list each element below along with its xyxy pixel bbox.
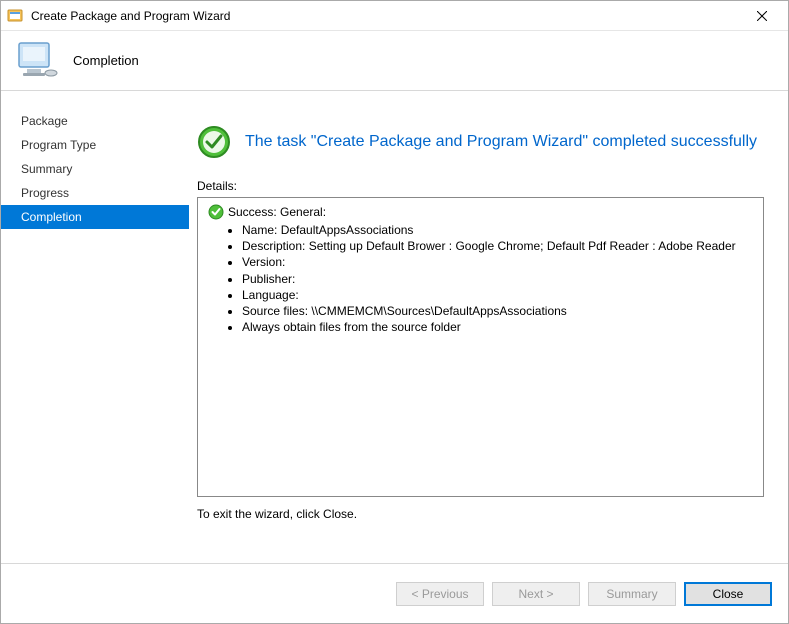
wizard-sidebar: Package Program Type Summary Progress Co…	[1, 91, 189, 563]
sidebar-item-summary[interactable]: Summary	[1, 157, 189, 181]
details-header: Success: General:	[208, 204, 753, 220]
list-item: DescriptionSetting up Default Brower : G…	[242, 238, 753, 254]
wizard-footer: < Previous Next > Summary Close	[1, 563, 788, 623]
sidebar-item-package[interactable]: Package	[1, 109, 189, 133]
summary-button: Summary	[588, 582, 676, 606]
exit-instruction: To exit the wizard, click Close.	[197, 507, 764, 521]
window-title: Create Package and Program Wizard	[31, 9, 742, 23]
list-item: Always obtain files from the source fold…	[242, 319, 753, 335]
previous-button: < Previous	[396, 582, 484, 606]
list-item: Publisher	[242, 271, 753, 287]
content-area: Package Program Type Summary Progress Co…	[1, 91, 788, 563]
success-banner: The task "Create Package and Program Wiz…	[197, 125, 764, 159]
list-item: Language	[242, 287, 753, 303]
sidebar-item-program-type[interactable]: Program Type	[1, 133, 189, 157]
details-header-text: Success: General:	[228, 205, 326, 219]
success-check-icon	[197, 125, 231, 159]
details-list: NameDefaultAppsAssociations DescriptionS…	[242, 222, 753, 335]
app-icon	[7, 8, 23, 24]
sidebar-item-progress[interactable]: Progress	[1, 181, 189, 205]
computer-icon	[13, 37, 61, 85]
list-item: Version	[242, 254, 753, 270]
success-check-small-icon	[208, 204, 224, 220]
details-label: Details:	[197, 179, 764, 193]
main-panel: The task "Create Package and Program Wiz…	[189, 91, 788, 563]
page-title: Completion	[73, 53, 139, 68]
success-message: The task "Create Package and Program Wiz…	[245, 133, 757, 151]
close-icon[interactable]	[742, 1, 782, 31]
titlebar: Create Package and Program Wizard	[1, 1, 788, 31]
list-item: Source files\\CMMEMCM\Sources\DefaultApp…	[242, 303, 753, 319]
list-item: NameDefaultAppsAssociations	[242, 222, 753, 238]
details-box: Success: General: NameDefaultAppsAssocia…	[197, 197, 764, 497]
close-button[interactable]: Close	[684, 582, 772, 606]
sidebar-item-completion[interactable]: Completion	[1, 205, 189, 229]
wizard-header: Completion	[1, 31, 788, 91]
next-button: Next >	[492, 582, 580, 606]
